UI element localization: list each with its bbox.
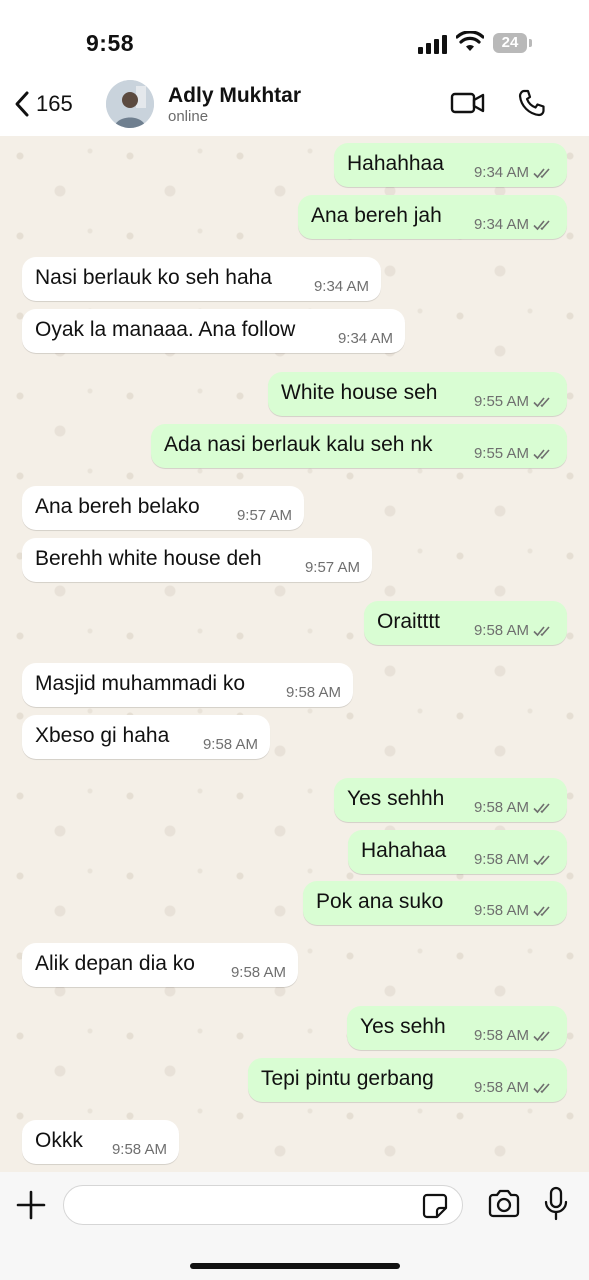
message-text: Okkk bbox=[35, 1129, 83, 1152]
unread-count: 165 bbox=[36, 91, 73, 116]
message-time: 9:58 AM bbox=[473, 622, 529, 639]
double-check-icon bbox=[533, 854, 550, 865]
message-time: 9:58 AM bbox=[285, 684, 341, 701]
message-meta: 9:55 AM bbox=[474, 393, 555, 410]
message-outgoing[interactable]: Tepi pintu gerbang 9:58 AM bbox=[248, 1058, 567, 1102]
message-incoming[interactable]: Masjid muhammadi ko 9:58 AM bbox=[22, 663, 353, 707]
avatar[interactable] bbox=[106, 80, 154, 128]
message-text: Alik depan dia ko bbox=[35, 952, 195, 975]
message-text: Oraitttt bbox=[377, 610, 441, 633]
sticker-icon[interactable] bbox=[422, 1193, 448, 1219]
message-text: Masjid muhammadi ko bbox=[35, 672, 246, 695]
message-text: Berehh white house deh bbox=[35, 547, 262, 570]
message-incoming[interactable]: Okkk 9:58 AM bbox=[22, 1120, 179, 1164]
message-incoming[interactable]: Berehh white house deh 9:57 AM bbox=[22, 538, 372, 582]
message-text: Hahahaa bbox=[361, 839, 447, 862]
message-incoming[interactable]: Nasi berlauk ko seh haha 9:34 AM bbox=[22, 257, 381, 301]
message-meta: 9:55 AM bbox=[474, 445, 555, 462]
message-text: Yes sehhh bbox=[347, 787, 445, 810]
message-time: 9:58 AM bbox=[202, 736, 258, 753]
message-meta: 9:58 AM bbox=[474, 1027, 555, 1044]
contact-status: online bbox=[168, 108, 209, 125]
message-text: Oyak la manaaa. Ana follow bbox=[35, 318, 296, 341]
message-text: Xbeso gi haha bbox=[35, 724, 170, 747]
message-text: White house seh bbox=[281, 381, 438, 404]
message-outgoing[interactable]: Hahahaa 9:58 AM bbox=[348, 830, 567, 874]
message-text: Tepi pintu gerbang bbox=[261, 1067, 434, 1090]
cellular-signal-icon bbox=[418, 34, 448, 54]
message-text: Pok ana suko bbox=[316, 890, 444, 913]
message-time: 9:34 AM bbox=[313, 278, 369, 295]
double-check-icon bbox=[533, 1030, 550, 1041]
message-text: Ana bereh jah bbox=[311, 204, 442, 227]
double-check-icon bbox=[533, 1082, 550, 1093]
double-check-icon bbox=[533, 802, 550, 813]
home-indicator bbox=[190, 1263, 400, 1269]
avatar-image bbox=[106, 80, 154, 128]
chat-area[interactable]: Hahahhaa 9:34 AM Ana bereh jah 9:34 AM N… bbox=[0, 136, 589, 1172]
message-time: 9:55 AM bbox=[473, 393, 529, 410]
message-time: 9:58 AM bbox=[111, 1141, 167, 1158]
message-text: Ana bereh belako bbox=[35, 495, 200, 518]
message-incoming[interactable]: Ana bereh belako 9:57 AM bbox=[22, 486, 304, 530]
message-incoming[interactable]: Oyak la manaaa. Ana follow 9:34 AM bbox=[22, 309, 405, 353]
contact-name[interactable]: Adly Mukhtar bbox=[168, 84, 301, 108]
message-time: 9:34 AM bbox=[473, 216, 529, 233]
message-outgoing[interactable]: Pok ana suko 9:58 AM bbox=[303, 881, 567, 925]
message-meta: 9:58 AM bbox=[474, 902, 555, 919]
message-meta: 9:58 AM bbox=[474, 622, 555, 639]
chevron-left-icon bbox=[15, 91, 29, 117]
message-text: Yes sehh bbox=[360, 1015, 446, 1038]
message-input-bar bbox=[0, 1172, 589, 1280]
message-time: 9:34 AM bbox=[473, 164, 529, 181]
message-meta: 9:58 AM bbox=[474, 1079, 555, 1096]
message-time: 9:58 AM bbox=[473, 851, 529, 868]
message-time: 9:58 AM bbox=[473, 1027, 529, 1044]
message-meta: 9:34 AM bbox=[474, 216, 555, 233]
message-outgoing[interactable]: Hahahhaa 9:34 AM bbox=[334, 143, 567, 187]
message-outgoing[interactable]: White house seh 9:55 AM bbox=[268, 372, 567, 416]
status-bar: 9:58 24 bbox=[0, 0, 589, 80]
double-check-icon bbox=[533, 905, 550, 916]
plus-icon[interactable] bbox=[14, 1188, 48, 1222]
message-time: 9:57 AM bbox=[304, 559, 360, 576]
microphone-icon[interactable] bbox=[544, 1186, 568, 1222]
message-time: 9:55 AM bbox=[473, 445, 529, 462]
message-meta: 9:58 AM bbox=[474, 799, 555, 816]
message-meta: 9:34 AM bbox=[474, 164, 555, 181]
message-incoming[interactable]: Alik depan dia ko 9:58 AM bbox=[22, 943, 298, 987]
message-text: Ada nasi berlauk kalu seh nk bbox=[164, 433, 433, 456]
chat-header: 165 Adly Mukhtar online bbox=[0, 76, 589, 136]
message-text: Hahahhaa bbox=[347, 152, 444, 175]
battery-nub bbox=[529, 39, 532, 47]
message-text: Nasi berlauk ko seh haha bbox=[35, 266, 272, 289]
message-time: 9:58 AM bbox=[230, 964, 286, 981]
message-outgoing[interactable]: Yes sehh 9:58 AM bbox=[347, 1006, 567, 1050]
battery-icon: 24 bbox=[493, 33, 527, 53]
message-time: 9:34 AM bbox=[337, 330, 393, 347]
message-outgoing[interactable]: Ana bereh jah 9:34 AM bbox=[298, 195, 567, 239]
message-outgoing[interactable]: Oraitttt 9:58 AM bbox=[364, 601, 567, 645]
message-outgoing[interactable]: Yes sehhh 9:58 AM bbox=[334, 778, 567, 822]
status-time: 9:58 bbox=[86, 30, 135, 56]
message-outgoing[interactable]: Ada nasi berlauk kalu seh nk 9:55 AM bbox=[151, 424, 567, 468]
message-meta: 9:58 AM bbox=[474, 851, 555, 868]
camera-icon[interactable] bbox=[487, 1189, 521, 1219]
double-check-icon bbox=[533, 625, 550, 636]
phone-icon[interactable] bbox=[517, 88, 547, 118]
message-time: 9:58 AM bbox=[473, 1079, 529, 1096]
message-time: 9:58 AM bbox=[473, 799, 529, 816]
video-camera-icon[interactable] bbox=[450, 89, 486, 117]
message-time: 9:58 AM bbox=[473, 902, 529, 919]
double-check-icon bbox=[533, 448, 550, 459]
message-time: 9:57 AM bbox=[236, 507, 292, 524]
double-check-icon bbox=[533, 167, 550, 178]
back-button[interactable]: 165 bbox=[14, 90, 73, 118]
double-check-icon bbox=[533, 396, 550, 407]
double-check-icon bbox=[533, 219, 550, 230]
message-input[interactable] bbox=[63, 1185, 463, 1225]
wifi-icon bbox=[456, 31, 484, 51]
message-incoming[interactable]: Xbeso gi haha 9:58 AM bbox=[22, 715, 270, 759]
